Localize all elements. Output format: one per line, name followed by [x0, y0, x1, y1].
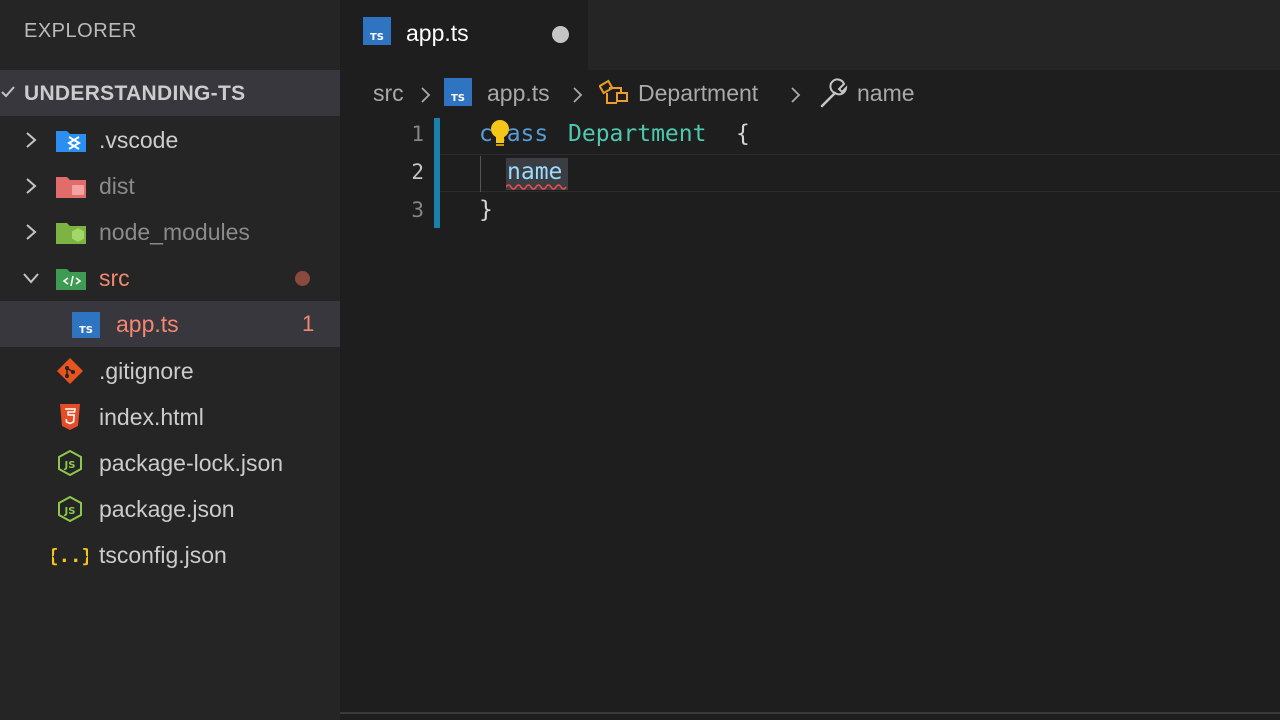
error-squiggle: [506, 184, 567, 190]
typescript-file-icon: TS: [72, 312, 100, 338]
tree-item-package-json[interactable]: JS package.json: [0, 486, 340, 532]
tree-item-tsconfig[interactable]: {..} tsconfig.json: [0, 532, 340, 578]
chevron-right-icon: [573, 87, 583, 103]
modified-lines-indicator: [434, 118, 440, 228]
tree-item-label: dist: [99, 173, 135, 199]
tab-app-ts[interactable]: TS app.ts: [340, 0, 588, 70]
tree-item-vscode[interactable]: .vscode: [0, 117, 340, 163]
typescript-file-icon: TS: [363, 17, 391, 45]
breadcrumb-folder[interactable]: src: [373, 80, 404, 107]
line-number: 3: [411, 198, 424, 222]
tab-bar: TS app.ts: [340, 0, 1280, 70]
tree-item-label: tsconfig.json: [99, 542, 227, 568]
problem-count-badge: 1: [302, 311, 315, 336]
project-header[interactable]: UNDERSTANDING-TS: [0, 70, 340, 116]
breadcrumb-class[interactable]: Department: [638, 80, 758, 107]
horizontal-scrollbar[interactable]: [340, 712, 1280, 714]
chevron-right-icon: [26, 224, 37, 240]
typescript-file-icon: TS: [444, 78, 472, 106]
tree-item-src[interactable]: src: [0, 255, 340, 301]
tree-item-package-lock[interactable]: JS package-lock.json: [0, 440, 340, 486]
src-folder-icon: [56, 269, 86, 290]
chevron-down-icon: [1, 86, 15, 98]
tree-item-app-ts[interactable]: TS app.ts 1: [0, 301, 340, 347]
explorer-title: EXPLORER: [24, 20, 137, 42]
tree-item-label: .vscode: [99, 127, 179, 153]
line-number: 2: [411, 160, 424, 184]
nodejs-icon: JS: [58, 496, 82, 522]
breadcrumb-file[interactable]: app.ts: [487, 80, 550, 107]
tree-item-dist[interactable]: dist: [0, 163, 340, 209]
svg-text:JS: JS: [64, 460, 76, 471]
dist-folder-icon: [56, 177, 86, 198]
tree-item-label: .gitignore: [99, 358, 194, 384]
code-brace: }: [479, 197, 493, 223]
breadcrumb: src TS app.ts Department name: [340, 70, 1280, 118]
svg-text:TS: TS: [370, 32, 384, 43]
chevron-right-icon: [26, 132, 37, 148]
modified-dot: [295, 271, 310, 286]
node-folder-icon: [56, 223, 86, 244]
tree-item-label: package.json: [99, 496, 235, 522]
html5-icon: [60, 404, 80, 430]
tree-item-gitignore[interactable]: .gitignore: [0, 348, 340, 394]
tree-item-node-modules[interactable]: node_modules: [0, 209, 340, 255]
svg-text:JS: JS: [64, 506, 76, 517]
svg-text:{..}: {..}: [52, 545, 88, 567]
breadcrumb-property[interactable]: name: [857, 80, 915, 107]
indent-guide: [480, 156, 481, 192]
chevron-right-icon: [421, 87, 431, 103]
git-icon: [57, 358, 83, 384]
project-name: UNDERSTANDING-TS: [24, 82, 246, 105]
code-editor[interactable]: 1 2 3 class Department { name }: [340, 118, 1280, 720]
tree-item-label: package-lock.json: [99, 450, 284, 476]
unsaved-dot-icon[interactable]: [552, 26, 569, 43]
tree-item-label: node_modules: [99, 219, 250, 245]
tab-label: app.ts: [406, 20, 469, 46]
tree-item-label: app.ts: [116, 311, 179, 337]
lightbulb-icon[interactable]: [486, 118, 514, 150]
chevron-right-icon: [26, 178, 37, 194]
wrench-icon: [820, 78, 848, 108]
nodejs-icon: JS: [58, 450, 82, 476]
class-symbol-icon: [599, 79, 628, 104]
json-braces-icon: {..}: [52, 545, 88, 567]
chevron-right-icon: [791, 87, 801, 103]
tree-item-index-html[interactable]: index.html: [0, 394, 340, 440]
explorer-sidebar: EXPLORER UNDERSTANDING-TS .vscode dist n…: [0, 0, 340, 720]
tree-item-label: src: [99, 265, 130, 291]
code-brace: {: [736, 121, 750, 147]
vscode-folder-icon: [56, 131, 86, 152]
svg-text:TS: TS: [79, 325, 93, 336]
tree-item-label: index.html: [99, 404, 204, 430]
code-class-name: Department: [568, 121, 707, 147]
line-number: 1: [411, 122, 424, 146]
chevron-down-icon: [23, 273, 39, 284]
svg-text:TS: TS: [451, 93, 465, 104]
